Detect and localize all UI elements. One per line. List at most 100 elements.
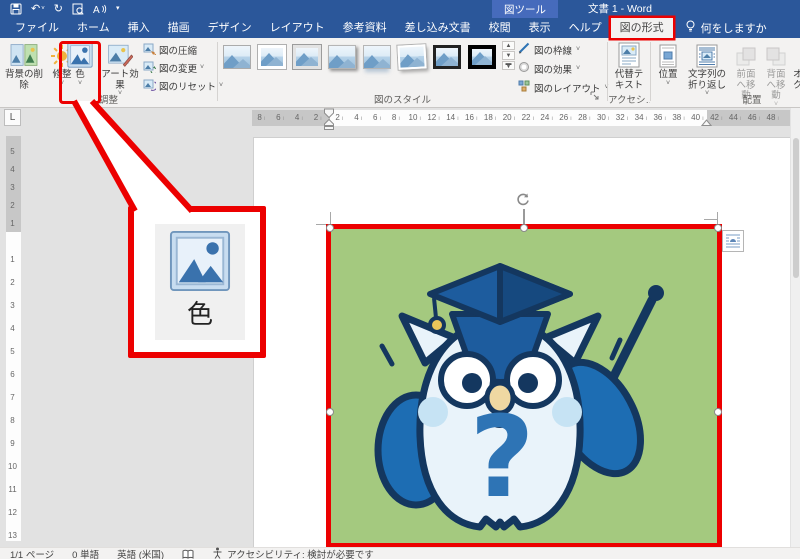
redo-icon[interactable]: ↻	[54, 0, 63, 18]
scrollbar-thumb[interactable]	[793, 138, 799, 278]
tab-mailings[interactable]: 差し込み文書	[396, 18, 480, 38]
ruler-number: 20	[500, 110, 519, 126]
position-button[interactable]: 位置 ˅	[654, 40, 682, 87]
remove-background-label: 背景の削除	[2, 70, 46, 91]
artistic-effects-button[interactable]: アート効果 ˅	[99, 40, 141, 97]
picture-style-thumb[interactable]	[363, 45, 391, 69]
ruler-number: 8	[387, 110, 406, 126]
ruler-number: 36	[650, 110, 669, 126]
tab-review[interactable]: 校閲	[480, 18, 520, 38]
h-ruler-margin-left: 8642	[252, 110, 330, 126]
tab-home[interactable]: ホーム	[68, 18, 119, 38]
tab-view[interactable]: 表示	[520, 18, 560, 38]
ruler-number: 1	[6, 214, 21, 232]
compress-picture-label: 図の圧縮	[159, 43, 197, 57]
quick-access-toolbar: ↶˅ ↻ A ▾	[0, 0, 119, 18]
ruler-number: 3	[6, 294, 21, 317]
wrap-text-button[interactable]: 文字列の折り返し ˅	[684, 40, 730, 97]
print-preview-icon[interactable]	[72, 3, 84, 15]
tab-draw[interactable]: 描画	[159, 18, 199, 38]
layout-options-button[interactable]	[722, 230, 744, 252]
ruler-number: 10	[6, 455, 21, 478]
indent-markers[interactable]	[323, 108, 335, 135]
selected-picture[interactable]: ?	[330, 228, 718, 544]
color-button[interactable]: 色 ˅	[62, 40, 98, 87]
tab-insert[interactable]: 挿入	[119, 18, 159, 38]
group-divider	[650, 42, 651, 101]
tab-design[interactable]: デザイン	[199, 18, 261, 38]
rotation-handle-icon[interactable]	[515, 192, 531, 208]
right-indent-marker[interactable]	[701, 114, 712, 132]
resize-handle-top-left[interactable]	[326, 224, 334, 232]
compress-picture-button[interactable]: 図の圧縮	[143, 42, 215, 58]
alt-text-button[interactable]: 代替テキスト	[610, 40, 648, 91]
picture-style-thumb[interactable]	[328, 45, 356, 69]
resize-handle-top-right[interactable]	[714, 224, 722, 232]
qat-customize-icon[interactable]: ▾	[116, 0, 120, 18]
tab-stop-selector[interactable]	[4, 109, 21, 126]
picture-effects-icon	[518, 61, 530, 76]
color-label: 色	[75, 70, 85, 81]
gallery-more-icon[interactable]: ▬▼	[502, 61, 515, 70]
selection-pane-label: オブジェクトの選択	[792, 70, 800, 102]
tab-file[interactable]: ファイル	[6, 18, 68, 38]
remove-background-button[interactable]: 背景の削除	[2, 40, 46, 91]
dropdown-caret: ˅	[576, 47, 580, 53]
picture-style-thumb[interactable]	[258, 45, 286, 69]
h-ruler-main: 246810121416182022242628303234363840	[330, 110, 707, 126]
picture-style-thumb[interactable]	[397, 44, 426, 69]
picture-border-button[interactable]: 図の枠線 ˅	[518, 41, 609, 58]
send-backward-icon	[765, 40, 787, 68]
gallery-up-icon[interactable]: ▲	[502, 41, 515, 50]
tab-layout[interactable]: レイアウト	[261, 18, 334, 38]
change-picture-button[interactable]: 図の変更 ˅	[143, 60, 215, 76]
picture-style-thumb[interactable]	[433, 45, 461, 69]
word-count[interactable]: 0 単語	[72, 547, 99, 559]
tell-me-box[interactable]: 何をしますか	[673, 18, 767, 38]
proofing-icon[interactable]	[182, 549, 194, 559]
tab-help[interactable]: ヘルプ	[560, 18, 611, 38]
ruler-number: 6	[6, 363, 21, 386]
picture-style-thumb[interactable]	[468, 45, 496, 69]
picture-style-thumb[interactable]	[223, 45, 251, 69]
picture-effects-button[interactable]: 図の効果 ˅	[518, 60, 609, 77]
picture-style-thumb[interactable]	[293, 45, 321, 69]
dropdown-caret: ˅	[78, 81, 82, 87]
dialog-launcher-icon[interactable]	[590, 87, 599, 105]
ruler-number: 24	[537, 110, 556, 126]
ruler-number: 16	[462, 110, 481, 126]
gallery-down-icon[interactable]: ▼	[502, 51, 515, 60]
guide-mark	[704, 219, 718, 220]
adjust-small-buttons: 図の圧縮 図の変更 ˅ 図のリセット ˅	[143, 42, 215, 94]
save-icon[interactable]	[10, 3, 22, 15]
dropdown-caret: ˅	[576, 66, 580, 72]
ruler-number: 1	[6, 248, 21, 271]
undo-icon[interactable]: ↶˅	[31, 0, 45, 18]
ruler-number: 26	[556, 110, 575, 126]
ruler-number: 18	[481, 110, 500, 126]
dropdown-caret: ˅	[666, 81, 670, 87]
group-label-picture-styles: 図のスタイル	[218, 92, 587, 106]
accessibility-status[interactable]: アクセシビリティ: 検討が必要です	[212, 547, 374, 559]
tab-references[interactable]: 参考資料	[334, 18, 396, 38]
selection-pane-button[interactable]: オブジェクトの選択	[792, 40, 800, 102]
page-indicator[interactable]: 1/1 ページ	[10, 547, 54, 559]
title-bar: ↶˅ ↻ A ▾	[0, 0, 800, 18]
ruler-number: 5	[6, 142, 21, 160]
language-indicator[interactable]: 英語 (米国)	[117, 547, 164, 559]
read-aloud-icon[interactable]: A	[93, 3, 107, 15]
color-callout-label: 色	[187, 299, 213, 329]
alt-text-label: 代替テキスト	[610, 70, 648, 91]
resize-handle-mid-right[interactable]	[714, 408, 722, 416]
ribbon: 背景の削除 修整 ˅ 色 ˅ アート効果 ˅	[0, 38, 800, 108]
resize-handle-mid-left[interactable]	[326, 408, 334, 416]
ruler-number: 9	[6, 432, 21, 455]
status-bar: 1/1 ページ 0 単語 英語 (米国) アクセシビリティ: 検討が必要です	[0, 547, 800, 559]
remove-background-icon	[10, 40, 38, 68]
resize-handle-top-center[interactable]	[520, 224, 528, 232]
vertical-scrollbar[interactable]	[790, 108, 800, 547]
group-adjust: 背景の削除 修整 ˅ 色 ˅ アート効果 ˅	[0, 38, 217, 107]
ruler-number: 8	[6, 409, 21, 432]
ruler-number: 13	[6, 524, 21, 541]
tab-picture-format[interactable]: 図の形式	[611, 18, 673, 38]
